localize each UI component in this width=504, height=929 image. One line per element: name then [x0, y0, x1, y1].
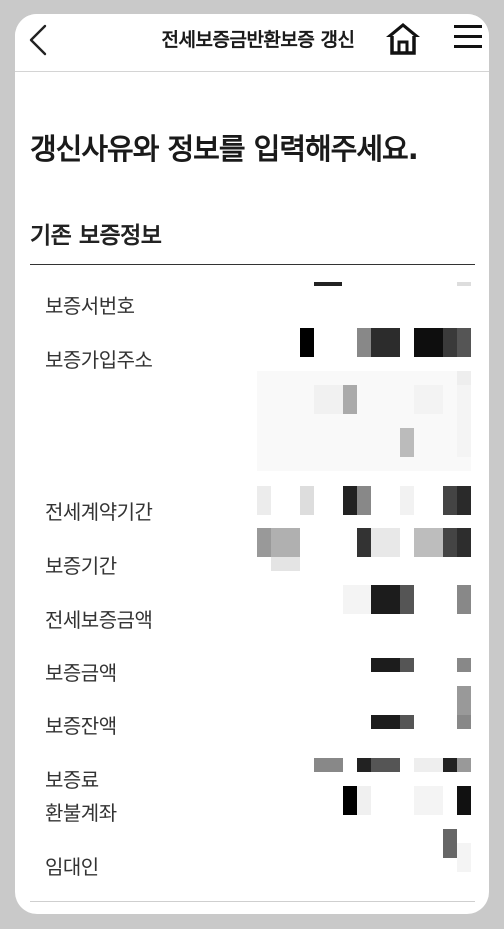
- redaction-block: [414, 385, 443, 414]
- redaction-block: [457, 686, 471, 715]
- label-guarantee-number: 보증서번호: [45, 294, 135, 318]
- redaction-block: [343, 385, 357, 414]
- redaction-block: [257, 528, 271, 557]
- redaction-block: [257, 486, 271, 515]
- home-icon: [386, 23, 420, 55]
- label-landlord: 임대인: [45, 855, 99, 879]
- label-lease-period: 전세계약기간: [45, 500, 153, 524]
- redaction-block: [343, 585, 371, 614]
- redaction-block: [371, 585, 400, 614]
- app-screen: 전세보증금반환보증 갱신 갱신사유와 정보를 입력해주세요. 기존 보증정보 보…: [15, 14, 489, 914]
- redaction-block: [257, 371, 471, 471]
- redaction-block: [300, 486, 314, 515]
- redaction-block: [371, 758, 400, 772]
- redaction-block: [371, 715, 400, 729]
- label-guarantee-amount: 보증금액: [45, 661, 117, 685]
- redaction-block: [314, 385, 343, 414]
- redaction-block: [343, 786, 357, 815]
- redaction-block: [443, 829, 457, 858]
- section-title: 기존 보증정보: [30, 223, 162, 249]
- redaction-block: [457, 786, 471, 815]
- label-guarantee-fee: 보증료: [45, 768, 99, 792]
- redaction-block: [300, 328, 314, 357]
- top-navigation-bar: 전세보증금반환보증 갱신: [15, 14, 489, 72]
- redaction-block: [457, 715, 471, 729]
- label-lease-deposit: 전세보증금액: [45, 608, 153, 632]
- redaction-block: [457, 371, 471, 385]
- label-guarantee-address: 보증가입주소: [45, 348, 153, 372]
- bottom-divider: [30, 901, 475, 902]
- page-headline: 갱신사유와 정보를 입력해주세요.: [30, 132, 419, 166]
- redaction-block: [357, 328, 371, 357]
- redaction-block: [457, 385, 471, 457]
- redaction-block: [357, 786, 371, 815]
- section-divider: [30, 264, 475, 265]
- redaction-block: [457, 282, 471, 286]
- redaction-block: [414, 328, 443, 357]
- label-refund-account: 환불계좌: [45, 801, 117, 825]
- redaction-block: [371, 658, 400, 672]
- redaction-block: [457, 758, 471, 772]
- redaction-block: [457, 328, 471, 357]
- redaction-block: [457, 528, 471, 557]
- redaction-block: [400, 715, 414, 729]
- redaction-block: [414, 528, 443, 557]
- menu-button[interactable]: [452, 22, 484, 52]
- redaction-block: [400, 658, 414, 672]
- redaction-block: [371, 528, 400, 557]
- redaction-block: [457, 658, 471, 672]
- redaction-block: [271, 557, 300, 571]
- redaction-block: [443, 486, 457, 515]
- redaction-block: [357, 486, 371, 515]
- redaction-block: [400, 585, 414, 614]
- redaction-block: [314, 282, 342, 286]
- home-button[interactable]: [384, 20, 422, 56]
- redaction-block: [400, 428, 414, 457]
- redaction-block: [414, 758, 443, 772]
- redaction-block: [443, 528, 457, 557]
- redaction-block: [414, 786, 443, 815]
- label-guarantee-balance: 보증잔액: [45, 714, 117, 738]
- redaction-block: [443, 758, 457, 772]
- redaction-block: [457, 843, 471, 872]
- redaction-block: [457, 486, 471, 515]
- redaction-block: [357, 528, 371, 557]
- label-guarantee-period: 보증기간: [45, 554, 117, 578]
- redaction-block: [343, 486, 357, 515]
- redaction-block: [271, 528, 300, 557]
- redaction-block: [443, 328, 457, 357]
- redaction-block: [400, 486, 414, 515]
- redaction-block: [357, 758, 371, 772]
- redaction-block: [457, 585, 471, 614]
- redaction-block: [314, 758, 343, 772]
- hamburger-menu-icon: [454, 25, 482, 48]
- redaction-block: [371, 328, 400, 357]
